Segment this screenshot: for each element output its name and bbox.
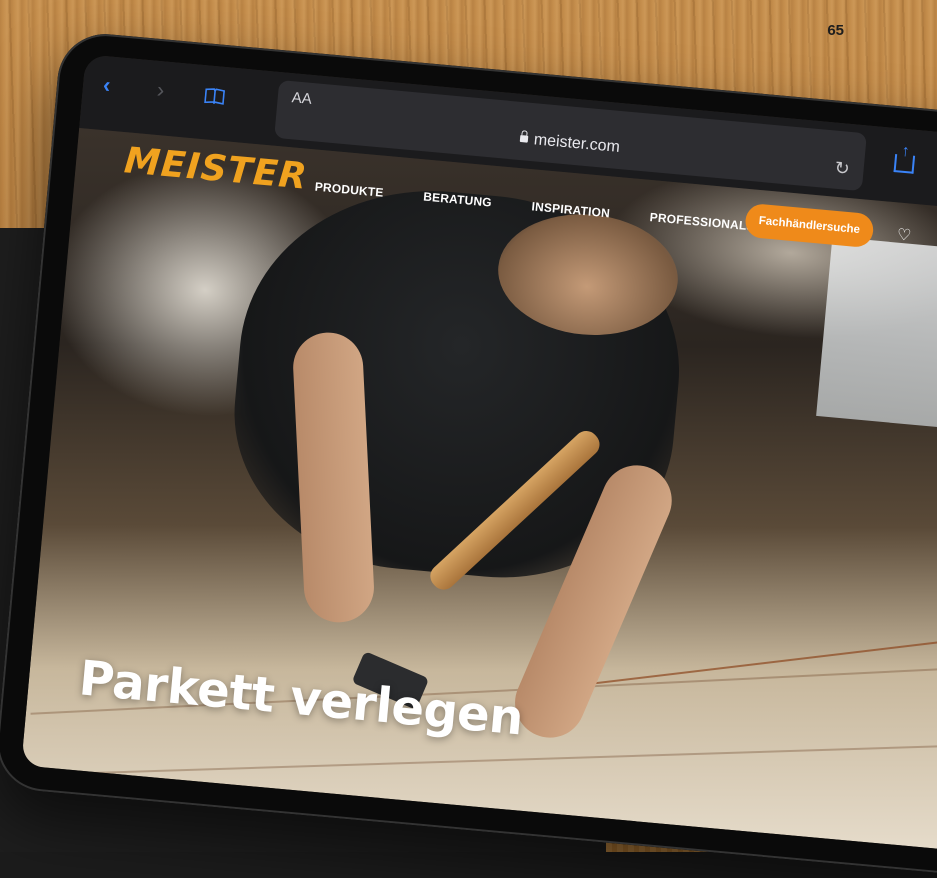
book-icon[interactable] xyxy=(204,85,226,105)
share-icon[interactable] xyxy=(893,154,916,174)
hero-arm xyxy=(291,330,376,624)
chevron-left-icon[interactable]: ‹ xyxy=(102,72,112,98)
nav-item-professionals[interactable]: PROFESSIONALS xyxy=(649,210,755,233)
hero-window xyxy=(816,236,937,434)
hero-section: MEISTER PRODUKTE BERATUNG INSPIRATION PR… xyxy=(21,127,937,853)
nav-item-produkte[interactable]: PRODUKTE xyxy=(314,180,384,200)
hero-headline: Parkett verlegen xyxy=(76,650,526,747)
lock-icon xyxy=(519,134,529,143)
meister-logo[interactable]: MEISTER xyxy=(123,140,310,197)
text-size-button[interactable]: AA xyxy=(291,89,312,108)
floor-line xyxy=(23,743,937,777)
reload-icon[interactable]: ↻ xyxy=(834,158,851,180)
tablet-screen: ‹ › AA meister.com ↻ ↑ MEISTER PRODUKTE … xyxy=(21,54,937,853)
url-text: meister.com xyxy=(533,131,621,157)
heart-icon[interactable]: ♡ xyxy=(896,225,912,246)
dealer-search-button[interactable]: Fachhändlersuche xyxy=(744,202,875,249)
chevron-right-icon[interactable]: › xyxy=(156,77,166,103)
page-number: 65 xyxy=(827,22,844,39)
tablet-device: ‹ › AA meister.com ↻ ↑ MEISTER PRODUKTE … xyxy=(0,30,937,878)
